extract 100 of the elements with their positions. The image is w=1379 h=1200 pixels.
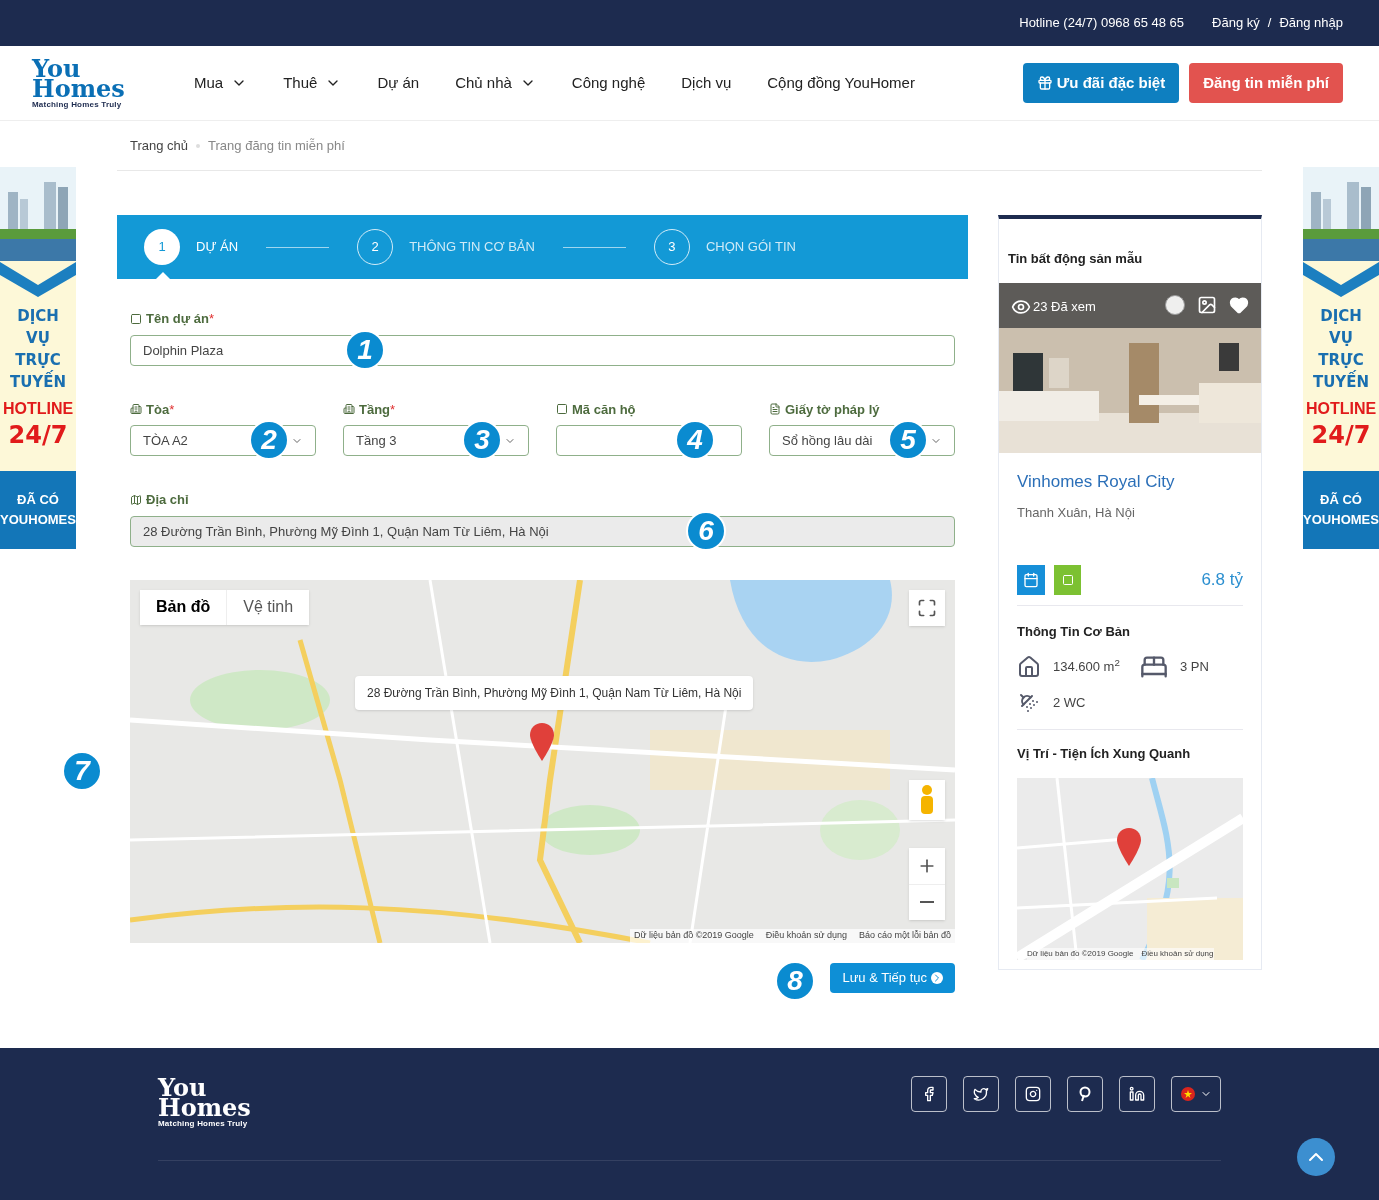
field-label-icon (130, 403, 142, 416)
field-label-icon (130, 493, 142, 506)
map-attribution[interactable]: Điều khoản sử dụng (1141, 947, 1214, 960)
side-ad-banner[interactable]: DỊCH VỤ TRỰC TUYẾN HOTLINE 24/7 ĐÃ CÓ YOUHOMES (1303, 167, 1379, 549)
step-number-marker: 4 (675, 420, 715, 460)
nav-link[interactable]: Công nghệ (571, 71, 646, 95)
social-link[interactable] (911, 1076, 947, 1112)
banner-text: VỤ (26, 328, 50, 349)
map-attribution: Dữ liệu bản đồ ©2019 Google (1027, 947, 1134, 960)
social-link[interactable] (1015, 1076, 1051, 1112)
scroll-top-button[interactable] (1297, 1138, 1335, 1176)
listing-title[interactable]: Vinhomes Royal City (1017, 468, 1243, 494)
section-title: Vị Trí - Tiện Ích Xung Quanh (1017, 745, 1192, 763)
logo[interactable]: You Homes Matching Homes Truly (32, 57, 136, 109)
separator: / (1267, 14, 1272, 33)
map-attribution[interactable]: Báo cáo một lỗi bản đồ (858, 929, 951, 943)
map-type-tab[interactable]: Bản đồ (140, 589, 227, 625)
banner-hours: 24/7 (8, 421, 68, 449)
banner-text: TUYẾN (9, 371, 67, 393)
field-label: Tòa (146, 400, 170, 419)
banner-text: VỤ (1329, 328, 1353, 349)
special-offer-button[interactable]: Ưu đãi đặc biệt (1022, 63, 1180, 103)
required-mark: * (390, 400, 396, 419)
section-title: Thông Tin Cơ Bản (1017, 622, 1131, 641)
field-label-icon (556, 403, 568, 416)
step-number-marker: 2 (249, 420, 289, 460)
gift-icon (1036, 75, 1053, 91)
save-continue-button[interactable]: Lưu & Tiếp tục (830, 962, 955, 993)
social-icon (1025, 1086, 1041, 1102)
nav-link[interactable]: Mua (194, 71, 248, 95)
login-link[interactable]: Đăng nhập (1279, 13, 1343, 33)
banner-text: TRỰC (1318, 350, 1364, 370)
bathrooms-text: 2 WC (1053, 694, 1086, 713)
nav-link[interactable]: Dịch vụ (681, 71, 732, 95)
nav-link[interactable]: Dự án (377, 71, 420, 95)
field-label-icon (130, 312, 142, 325)
heart-icon[interactable] (1229, 294, 1249, 315)
gallery-icon[interactable] (1197, 294, 1217, 315)
map-pin-icon (530, 722, 554, 761)
calendar-button[interactable] (1017, 564, 1045, 595)
step-number-marker: 1 (345, 329, 385, 370)
breadcrumb-link[interactable]: Trang chủ (130, 135, 189, 156)
required-mark: * (208, 310, 214, 328)
banner-text: ĐÃ CÓ (17, 491, 59, 509)
card-title: Tin bất động sản mẫu (1007, 250, 1144, 268)
minus-icon (920, 901, 934, 903)
listing-location: Thanh Xuân, Hà Nội (1017, 504, 1136, 522)
field-label: Địa chỉ (146, 491, 189, 509)
view-count: 23 Đã xem (1033, 297, 1096, 316)
step-number-marker: 3 (462, 420, 502, 460)
house-icon (1017, 655, 1041, 679)
social-icon (973, 1086, 989, 1102)
social-link[interactable] (963, 1076, 999, 1112)
banner-text: ĐÃ CÓ (1320, 491, 1362, 509)
banner-text: YOUHOMES (1303, 511, 1379, 529)
social-link[interactable] (1119, 1076, 1155, 1112)
side-ad-banner[interactable]: DỊCH VỤ TRỰC TUYẾN HOTLINE 24/7 ĐÃ CÓ YOUHOMES (0, 167, 76, 549)
street-view-icon (909, 779, 945, 820)
map-type-tab[interactable]: Vệ tinh (226, 589, 310, 625)
nav-link[interactable]: Thuê (283, 71, 342, 95)
step-number-marker: 8 (775, 960, 815, 1001)
pin-icon (1077, 1086, 1093, 1102)
field-label-icon (769, 403, 781, 416)
breadcrumb-current: Trang đăng tin miễn phí (208, 136, 345, 155)
field-label: Tên dự án (146, 310, 209, 328)
required-mark: * (169, 400, 175, 419)
register-link[interactable]: Đăng ký (1212, 13, 1260, 33)
map-info-window: 28 Đường Trần Bình, Phường Mỹ Đình 1, Quận Nam Từ Liêm, Hà Nội (355, 675, 754, 710)
banner-text: YOUHOMES (0, 511, 76, 529)
field-label-icon (343, 403, 355, 416)
field-label: Giấy tờ pháp lý (785, 400, 880, 419)
calendar-icon (1023, 571, 1039, 588)
language-selector[interactable] (1171, 1076, 1221, 1112)
banner-hours: 24/7 (1311, 421, 1371, 449)
listing-price: 6.8 tỷ (1201, 568, 1243, 591)
flag-icon (1180, 1086, 1196, 1102)
active-step-pointer (156, 272, 170, 279)
banner-text: TRỰC (15, 350, 61, 370)
fullscreen-icon (917, 597, 937, 618)
map-attribution[interactable]: Điều khoản sử dụng (765, 929, 847, 943)
banner-text: DỊCH (1320, 306, 1362, 327)
post-listing-button[interactable]: Đăng tin miễn phí (1189, 63, 1343, 103)
social-link[interactable] (1067, 1076, 1103, 1112)
step-number-marker: 7 (62, 751, 102, 791)
area-text: 134.600 m$^{2}$ (1053, 657, 1120, 677)
fullscreen-button[interactable] (909, 589, 945, 626)
banner-text: DỊCH (17, 306, 59, 327)
nav-link[interactable]: Chủ nhà (455, 71, 536, 95)
step-number-marker: 6 (686, 510, 726, 551)
field-label: Mã căn hộ (572, 400, 636, 419)
map-attribution: Dữ liệu bản đồ ©2019 Google (634, 929, 754, 942)
step-number-marker: 5 (888, 420, 928, 460)
logo[interactable]: You Homes Matching Homes Truly (158, 1076, 262, 1128)
social-icon (1129, 1086, 1145, 1102)
shower-icon (1017, 691, 1041, 715)
banner-hotline: HOTLINE (2, 399, 74, 419)
banner-hotline: HOTLINE (1305, 399, 1377, 419)
hotline-text: Hotline (24/7) 0968 65 48 65 (1019, 14, 1185, 33)
square-icon (1061, 573, 1074, 586)
nav-link[interactable]: Cộng đồng YouHomer (767, 71, 915, 95)
